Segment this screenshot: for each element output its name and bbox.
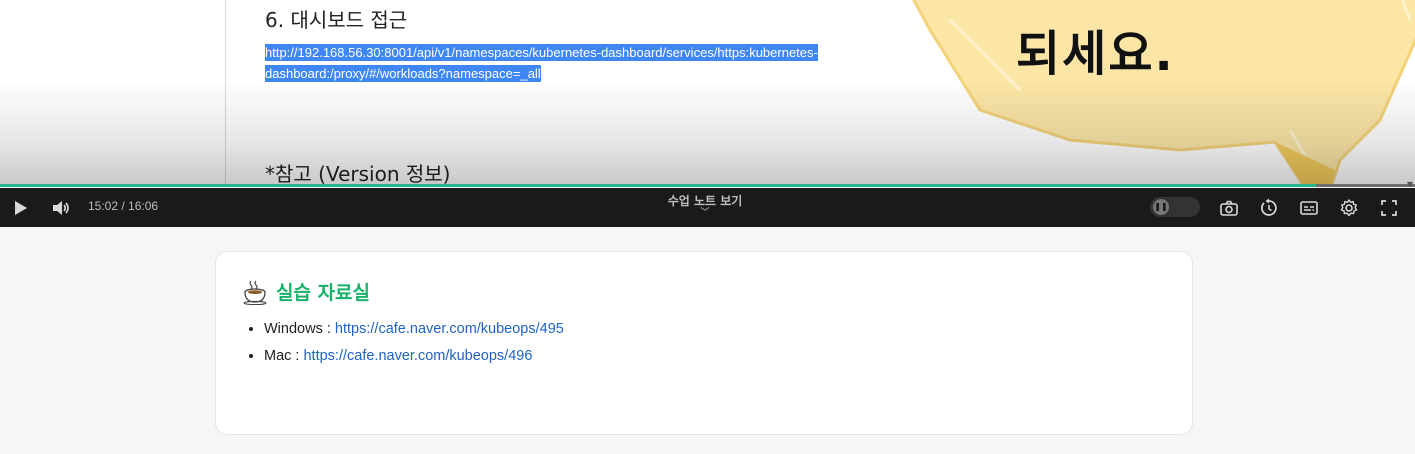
subtitles-icon[interactable] [1299, 198, 1319, 218]
resource-item-mac: Mac : https://cafe.naver.com/kubeops/496 [264, 343, 564, 370]
resources-list: Windows : https://cafe.naver.com/kubeops… [242, 316, 564, 370]
player-controls: 15:02 / 16:06 수업 노트 보기 ﹀ ❚❚ [0, 188, 1415, 227]
lecture-notes-label: 수업 노트 보기 [667, 194, 743, 208]
play-icon[interactable] [10, 198, 30, 218]
slide-divider [225, 0, 226, 187]
time-display: 15:02 / 16:06 [88, 199, 159, 213]
chevron-down-icon: ﹀ [700, 208, 710, 218]
replay-icon[interactable] [1259, 198, 1279, 218]
slide-heading: 6. 대시보드 접근 [265, 8, 408, 32]
camera-icon[interactable] [1219, 198, 1239, 218]
resource-label: Mac : [264, 348, 304, 364]
video-player[interactable]: 6. 대시보드 접근 http://192.168.56.30:8001/api… [0, 0, 1415, 187]
pause-icon: ❚❚ [1153, 199, 1169, 215]
volume-icon[interactable] [50, 198, 70, 218]
resource-label: Windows : [264, 321, 335, 337]
progress-fill [0, 184, 1316, 187]
resource-item-windows: Windows : https://cafe.naver.com/kubeops… [264, 316, 564, 343]
settings-icon[interactable] [1339, 198, 1359, 218]
scroll-down-icon[interactable]: ▼ [1407, 180, 1413, 187]
resources-title: 실습 자료실 [242, 278, 370, 305]
resource-link-windows[interactable]: https://cafe.naver.com/kubeops/495 [335, 321, 564, 337]
autoplay-toggle[interactable]: ❚❚ [1150, 197, 1200, 217]
coffee-cup-icon [243, 280, 267, 305]
slide-url-selected: http://192.168.56.30:8001/api/v1/namespa… [265, 42, 865, 84]
fullscreen-icon[interactable] [1379, 198, 1399, 218]
lecture-notes-toggle[interactable]: 수업 노트 보기 ﹀ [640, 192, 770, 218]
progress-scrubber[interactable] [0, 184, 1415, 187]
resource-link-mac[interactable]: https://cafe.naver.com/kubeops/496 [303, 348, 532, 364]
resources-card: 실습 자료실 Windows : https://cafe.naver.com/… [215, 251, 1193, 435]
resources-title-text: 실습 자료실 [276, 282, 371, 304]
slide-note: *참고 (Version 정보) [265, 162, 451, 186]
slide-url-text: http://192.168.56.30:8001/api/v1/namespa… [265, 44, 818, 82]
bubble-text: 되세요. [1016, 26, 1175, 82]
slide-margin [0, 0, 225, 187]
